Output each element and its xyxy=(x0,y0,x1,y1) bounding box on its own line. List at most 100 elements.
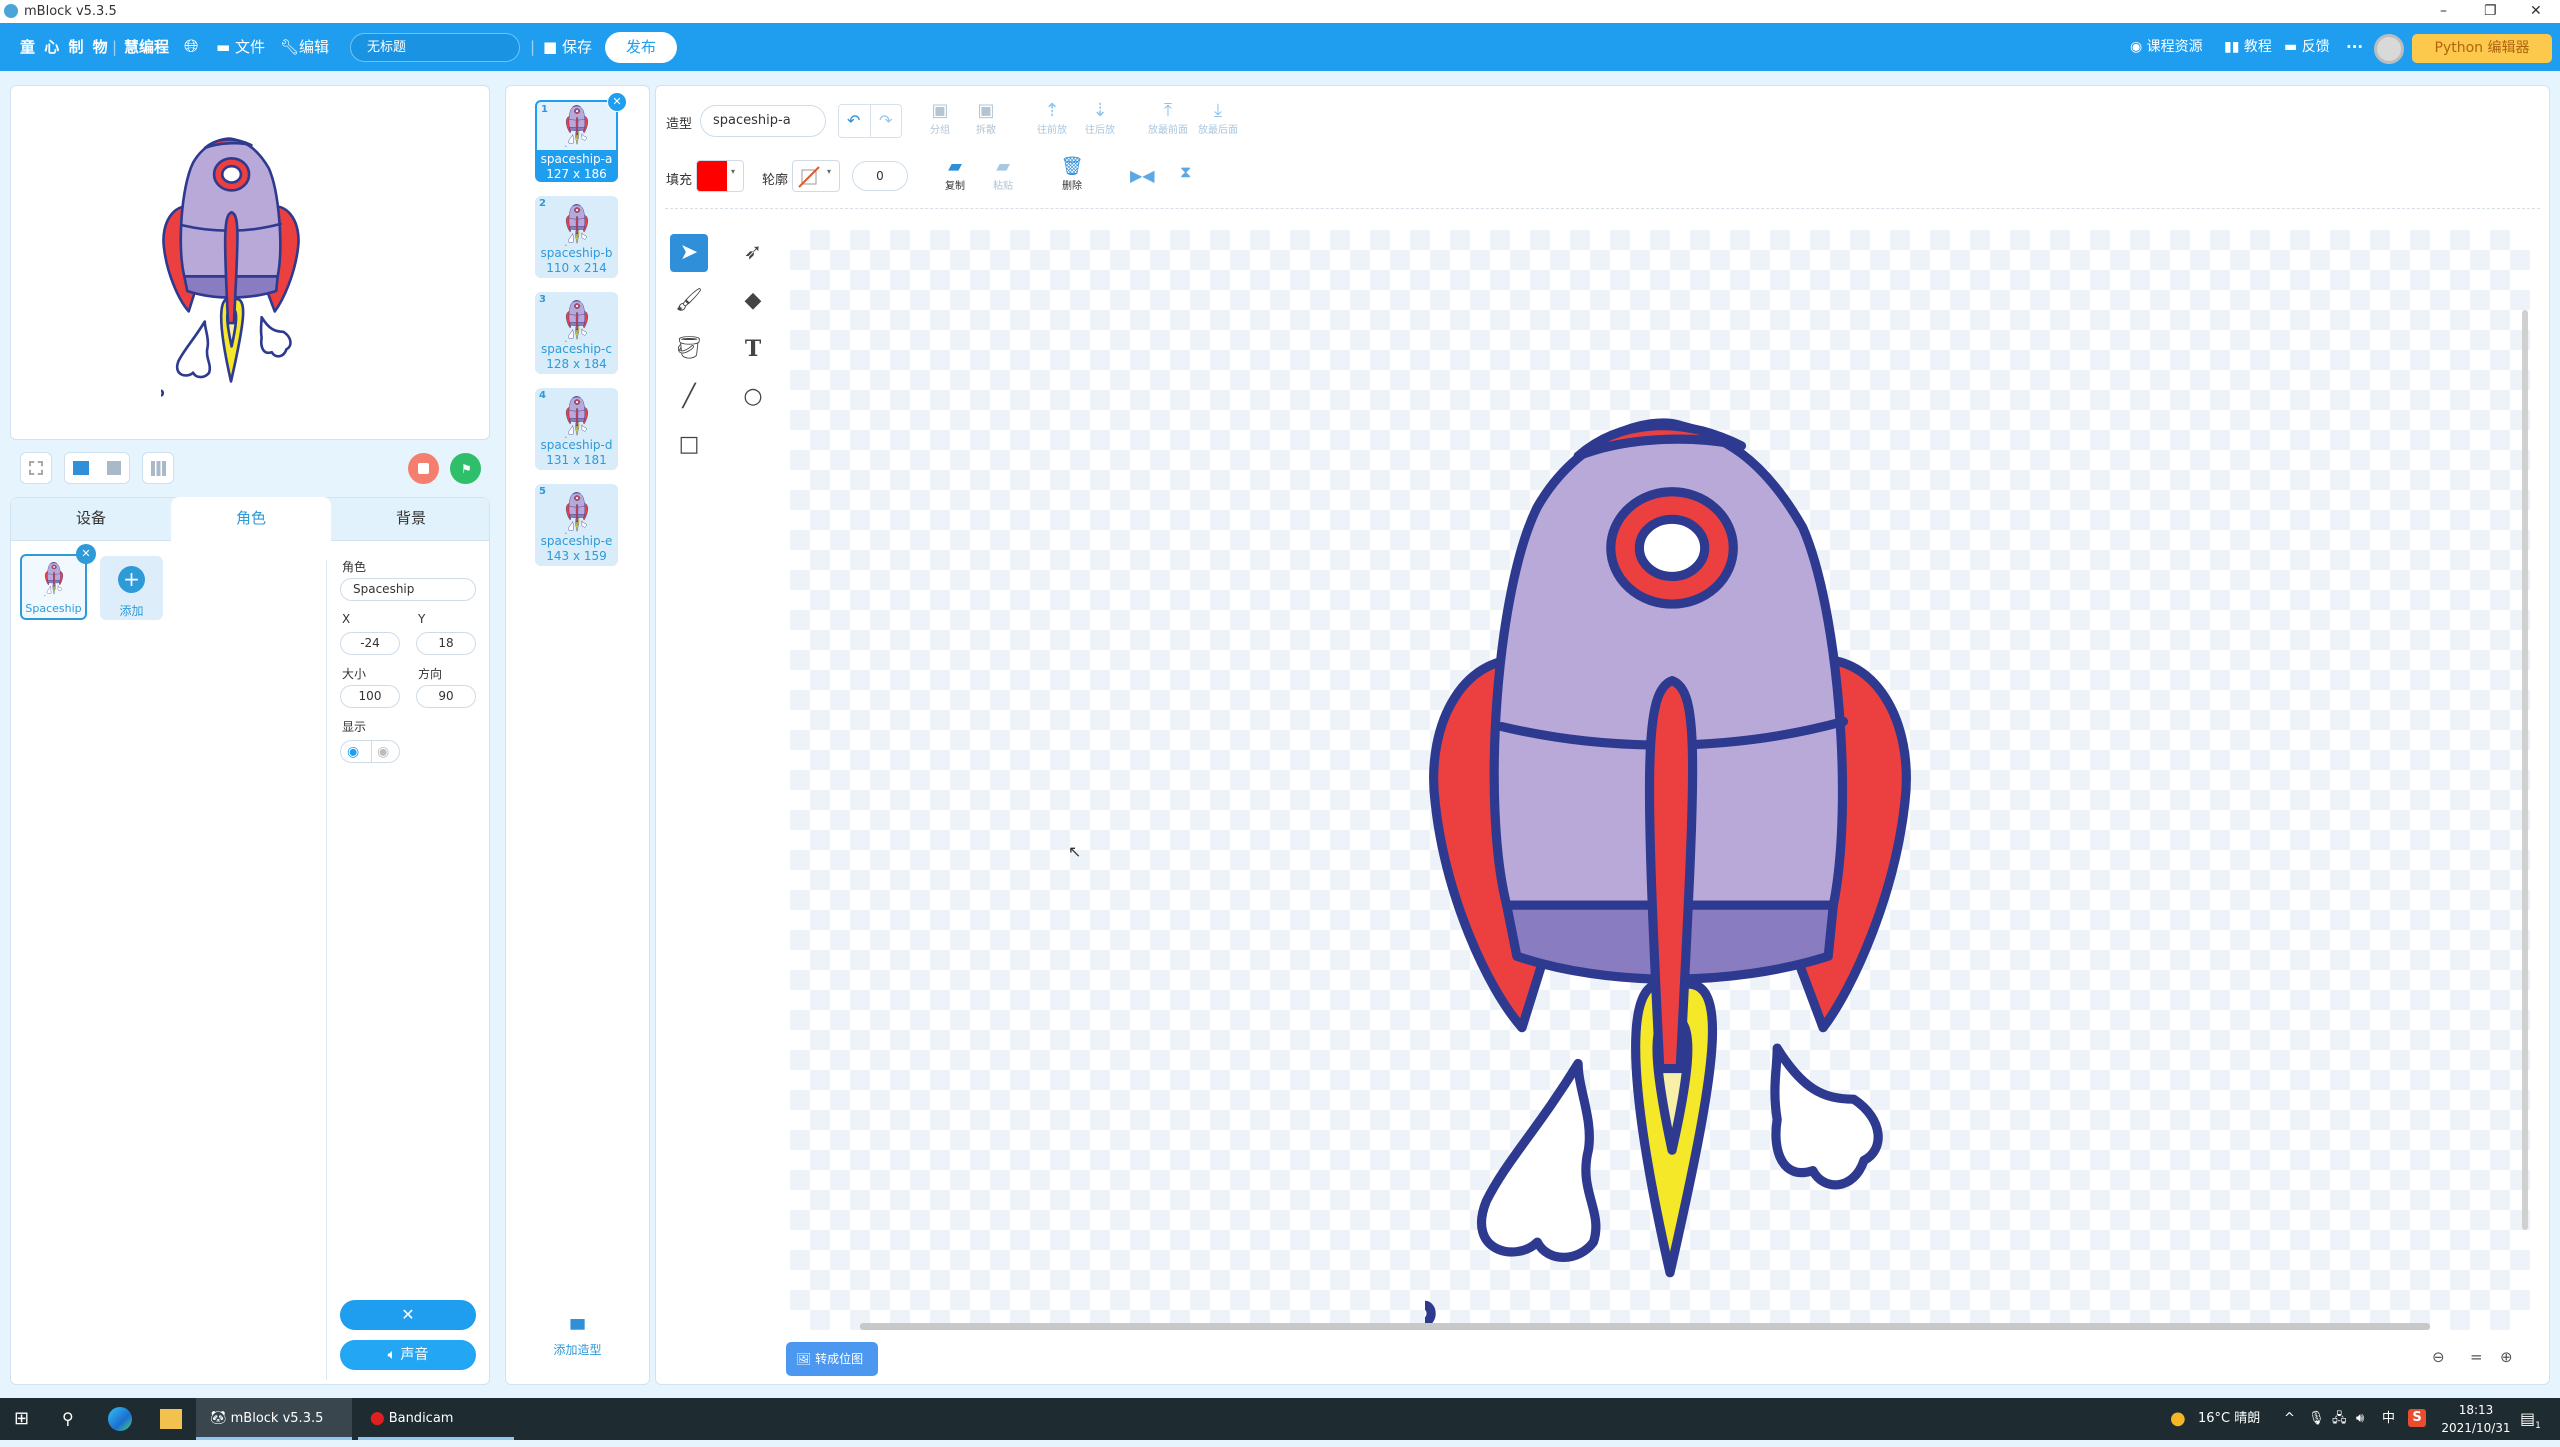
costume-name-input[interactable]: spaceship-a xyxy=(700,105,826,137)
costume-item[interactable]: 4 spaceship-d 131 x 181 xyxy=(535,388,618,470)
taskbar-app-bandicam[interactable]: ⬤ Bandicam xyxy=(358,1398,514,1440)
forward-button[interactable]: ⇡ 往前放 xyxy=(1032,100,1072,136)
rectangle-icon: □ xyxy=(678,432,700,457)
file-menu[interactable]: ▬ 文件 xyxy=(216,23,265,71)
horizontal-scrollbar[interactable] xyxy=(860,1323,2430,1330)
feedback-link[interactable]: ▬ 反馈 xyxy=(2284,23,2330,71)
sprite-item[interactable]: Spaceship ✕ xyxy=(20,544,96,620)
save-button[interactable]: ■ 保存 xyxy=(543,23,592,71)
zoom-out-icon[interactable]: ⊖ xyxy=(2432,1348,2445,1366)
edit-menu[interactable]: 🔧︎编辑 xyxy=(280,23,329,71)
fullscreen-button[interactable] xyxy=(20,452,52,484)
paste-button[interactable]: ▰ 粘贴 xyxy=(983,156,1023,192)
outline-width-input[interactable]: 0 xyxy=(852,161,908,191)
circle-tool[interactable]: ○ xyxy=(734,378,772,416)
redo-icon[interactable]: ↷ xyxy=(879,111,892,130)
search-icon[interactable]: ⚲ xyxy=(62,1398,74,1440)
network-icon[interactable]: 🖧︎ xyxy=(2332,1398,2347,1440)
minimize-button[interactable]: – xyxy=(2440,0,2447,23)
hide-eye-icon[interactable]: ◉ xyxy=(377,742,389,763)
close-blocks-button[interactable]: ✕ xyxy=(340,1300,476,1330)
microphone-icon[interactable]: 🎙︎ xyxy=(2308,1398,2325,1440)
sound-button[interactable]: 🔈︎ 声音 xyxy=(340,1340,476,1370)
rectangle-tool[interactable]: □ xyxy=(670,426,708,464)
visibility-toggle[interactable]: ◉ ◉ xyxy=(340,740,400,763)
stage-sprite-spaceship[interactable] xyxy=(161,136,301,411)
maximize-button[interactable]: ❐ xyxy=(2484,0,2497,23)
show-hidden-icons-icon[interactable]: ^ xyxy=(2284,1398,2295,1440)
sprite-name-input[interactable]: Spaceship xyxy=(340,578,476,601)
flip-horizontal-icon[interactable]: ▶◀ xyxy=(1130,166,1155,185)
python-editor-button[interactable]: Python 编辑器 xyxy=(2412,34,2552,63)
taskbar-app-mblock[interactable]: 🐼︎ mBlock v5.3.5 xyxy=(196,1398,352,1440)
close-window-button[interactable]: ✕ xyxy=(2530,0,2542,23)
zoom-in-icon[interactable]: ⊕ xyxy=(2500,1348,2513,1366)
line-tool[interactable]: ╱ xyxy=(670,378,708,416)
sogou-ime-icon[interactable]: S xyxy=(2408,1409,2426,1427)
eraser-tool[interactable]: ◆ xyxy=(734,282,772,320)
costume-name: spaceship-c xyxy=(541,342,612,356)
project-name-input[interactable]: 无标题 xyxy=(350,33,520,62)
edge-browser-icon[interactable] xyxy=(108,1407,132,1431)
costume-item[interactable]: 1 spaceship-a 127 x 186 ✕ xyxy=(535,92,627,182)
divider xyxy=(870,105,871,137)
delete-button[interactable]: 🗑︎ 删除 xyxy=(1052,156,1092,192)
tab-sprites[interactable]: 角色 xyxy=(171,497,331,541)
costume-item[interactable]: 2 spaceship-b 110 x 214 xyxy=(535,196,618,278)
outline-color-picker[interactable]: ▾ xyxy=(792,160,840,192)
windows-start-icon[interactable]: ⊞ xyxy=(14,1398,29,1440)
language-globe-icon[interactable]: 🌐︎ xyxy=(184,23,198,71)
undo-icon[interactable]: ↶ xyxy=(847,111,860,130)
more-menu-button[interactable]: ··· xyxy=(2346,23,2363,71)
group-icon: ▣ xyxy=(931,100,949,121)
stage-size-toggle[interactable] xyxy=(64,452,130,484)
ungroup-button[interactable]: ▣ 拆散 xyxy=(966,100,1006,136)
backward-button[interactable]: ⇣ 往后放 xyxy=(1080,100,1120,136)
add-sprite-button[interactable]: + 添加 xyxy=(100,556,163,620)
clock-date: 2021/10/31 xyxy=(2441,1421,2511,1435)
text-tool[interactable]: T xyxy=(734,330,772,368)
course-resources-link[interactable]: ◉ 课程资源 xyxy=(2130,23,2203,71)
flip-vertical-icon[interactable]: ⧗ xyxy=(1180,162,1191,182)
publish-button[interactable]: 发布 xyxy=(605,32,677,63)
weather-text[interactable]: 16°C 晴朗 xyxy=(2198,1398,2260,1440)
delete-sprite-icon[interactable]: ✕ xyxy=(76,544,96,564)
group-button[interactable]: ▣ 分组 xyxy=(920,100,960,136)
tab-devices[interactable]: 设备 xyxy=(11,497,171,540)
large-stage-icon[interactable] xyxy=(107,461,121,475)
stop-button[interactable] xyxy=(408,453,439,484)
tutorial-link[interactable]: ▮▮ 教程 xyxy=(2224,23,2272,71)
tab-backdrops[interactable]: 背景 xyxy=(331,497,491,540)
x-input[interactable]: -24 xyxy=(340,632,400,655)
size-input[interactable]: 100 xyxy=(340,685,400,708)
show-eye-icon[interactable]: ◉ xyxy=(347,742,359,763)
vertical-scrollbar[interactable] xyxy=(2522,310,2528,1230)
direction-input[interactable]: 90 xyxy=(416,685,476,708)
spaceship-drawing[interactable] xyxy=(1425,415,1915,1375)
clock[interactable]: 18:13 2021/10/31 xyxy=(2436,1401,2516,1437)
back-button[interactable]: ⤓ 放最后面 xyxy=(1196,100,1240,136)
grid-view-button[interactable] xyxy=(142,452,174,484)
copy-button[interactable]: ▰ 复制 xyxy=(935,156,975,192)
select-tool[interactable]: ➤ xyxy=(670,234,708,272)
stage[interactable] xyxy=(10,85,490,440)
convert-to-bitmap-button[interactable]: 🖼︎ 转成位图 xyxy=(786,1342,878,1376)
front-button[interactable]: ⤒ 放最前面 xyxy=(1146,100,1190,136)
costume-item[interactable]: 3 spaceship-c 128 x 184 xyxy=(535,292,618,374)
y-input[interactable]: 18 xyxy=(416,632,476,655)
volume-icon[interactable]: 🔊︎ xyxy=(2356,1398,2364,1440)
ime-indicator[interactable]: 中 xyxy=(2382,1398,2395,1440)
user-avatar[interactable] xyxy=(2374,34,2404,64)
reshape-tool[interactable]: ➶ xyxy=(734,234,772,272)
green-flag-button[interactable]: ⚑ xyxy=(450,453,481,484)
zoom-reset-button[interactable]: = xyxy=(2470,1348,2483,1366)
delete-costume-icon[interactable]: ✕ xyxy=(607,92,627,112)
add-costume-button[interactable]: ▀ 添加造型 xyxy=(530,1320,625,1358)
brush-tool[interactable]: 🖌︎ xyxy=(670,282,708,320)
drawing-canvas[interactable] xyxy=(790,230,2530,1330)
fill-color-picker[interactable]: ▾ xyxy=(696,160,744,192)
file-explorer-icon[interactable] xyxy=(160,1409,182,1429)
costume-item[interactable]: 5 spaceship-e 143 x 159 xyxy=(535,484,618,566)
small-stage-icon[interactable] xyxy=(73,461,89,475)
fill-tool[interactable]: 🪣︎ xyxy=(670,330,708,368)
